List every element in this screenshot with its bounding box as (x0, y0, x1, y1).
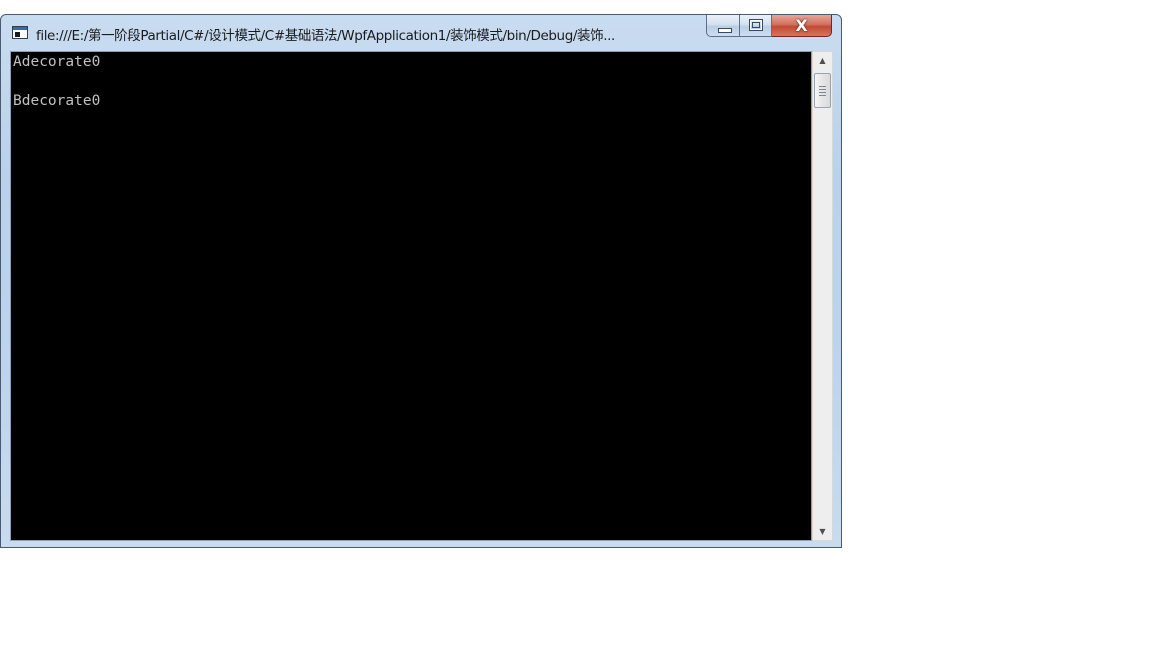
grip-icon (819, 95, 826, 96)
arrow-down-icon: ▼ (819, 527, 826, 536)
grip-icon (819, 89, 826, 90)
caption-buttons: X (706, 15, 832, 39)
scroll-up-button[interactable]: ▲ (813, 52, 832, 69)
grip-icon (819, 86, 826, 87)
close-icon: X (795, 16, 808, 35)
console-line: Bdecorate0 (13, 93, 101, 109)
console-output-area[interactable]: Adecorate0 Bdecorate0 (10, 51, 812, 541)
grip-icon (819, 92, 826, 93)
console-line: Adecorate0 (13, 54, 101, 70)
minimize-button[interactable] (706, 15, 740, 37)
console-window: file:///E:/第一阶段Partial/C#/设计模式/C#基础语法/Wp… (0, 14, 842, 548)
window-title: file:///E:/第一阶段Partial/C#/设计模式/C#基础语法/Wp… (36, 28, 615, 44)
maximize-button[interactable] (740, 15, 772, 37)
scroll-down-button[interactable]: ▼ (813, 523, 832, 540)
console-app-icon[interactable] (12, 26, 28, 39)
title-bar[interactable]: file:///E:/第一阶段Partial/C#/设计模式/C#基础语法/Wp… (1, 15, 841, 51)
vertical-scrollbar[interactable]: ▲ ▼ (812, 51, 833, 541)
close-button[interactable]: X (772, 15, 832, 37)
minimize-icon (718, 28, 732, 33)
maximize-icon (749, 19, 763, 31)
arrow-up-icon: ▲ (819, 56, 826, 65)
scroll-thumb[interactable] (814, 73, 831, 108)
